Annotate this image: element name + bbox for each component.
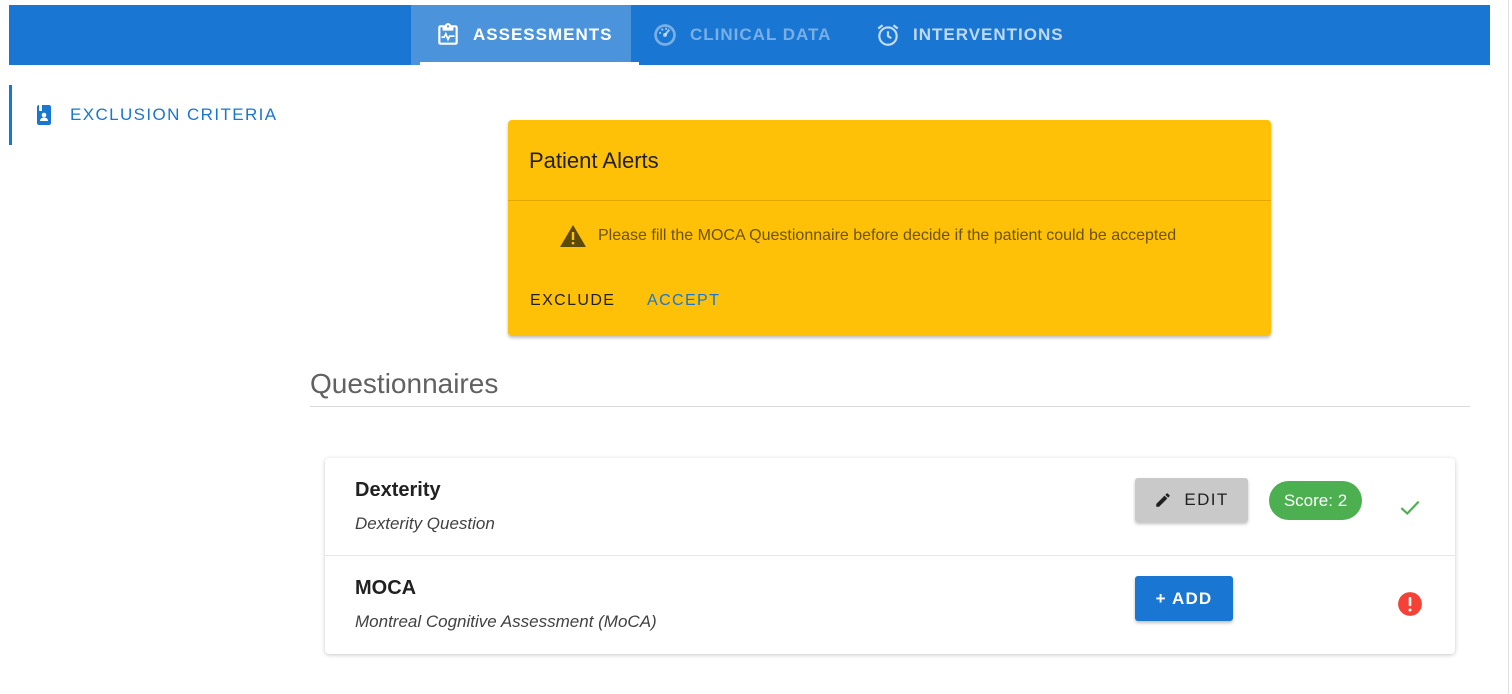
alert-title: Patient Alerts [529,148,659,173]
list-item: MOCA Montreal Cognitive Assessment (MoCA… [325,556,1455,654]
warning-icon [558,223,588,249]
score-badge: Score: 2 [1269,481,1362,520]
edit-button-label: EDIT [1184,490,1229,509]
questionnaire-description: Montreal Cognitive Assessment (MoCA) [355,612,657,631]
pencil-icon [1154,491,1172,509]
exclude-button[interactable]: EXCLUDE [530,292,615,310]
add-button[interactable]: + ADD [1135,576,1233,621]
alarm-clock-icon [875,22,901,48]
patient-alerts-card: Patient Alerts Please fill the MOCA Ques… [508,120,1271,336]
tab-clinical-data[interactable]: CLINICAL DATA [652,5,831,65]
divider [508,200,1271,201]
tab-label: ASSESSMENTS [473,25,613,44]
section-heading: Questionnaires [310,368,499,399]
questionnaire-name: Dexterity [355,479,441,501]
tab-assessments[interactable]: ASSESSMENTS [411,5,639,65]
contact-book-icon [32,103,56,127]
check-icon [1397,494,1423,520]
edit-button[interactable]: EDIT [1135,478,1248,522]
sidebar-item-label: EXCLUSION CRITERIA [70,105,278,124]
active-tab-indicator [420,62,639,65]
top-nav-bar: ASSESSMENTS CLINICAL DATA INTERVENTIONS [9,5,1490,65]
sidebar-item-exclusion-criteria[interactable]: EXCLUSION CRITERIA [9,85,289,145]
questionnaire-description: Dexterity Question [355,514,495,533]
accept-button[interactable]: ACCEPT [647,292,720,310]
tab-label: INTERVENTIONS [913,25,1064,44]
tab-interventions[interactable]: INTERVENTIONS [875,5,1064,65]
alert-message: Please fill the MOCA Questionnaire befor… [558,223,1176,249]
divider [310,406,1470,407]
questionnaire-list: Dexterity Dexterity Question EDIT Score:… [325,458,1455,654]
questionnaire-name: MOCA [355,577,417,599]
scrollbar-track[interactable] [1508,0,1512,694]
list-item: Dexterity Dexterity Question EDIT Score:… [325,458,1455,556]
gauge-icon [652,22,678,48]
tab-label: CLINICAL DATA [690,25,832,44]
alert-message-text: Please fill the MOCA Questionnaire befor… [598,227,1177,244]
clipboard-pulse-icon [435,22,461,48]
error-icon [1397,591,1423,617]
